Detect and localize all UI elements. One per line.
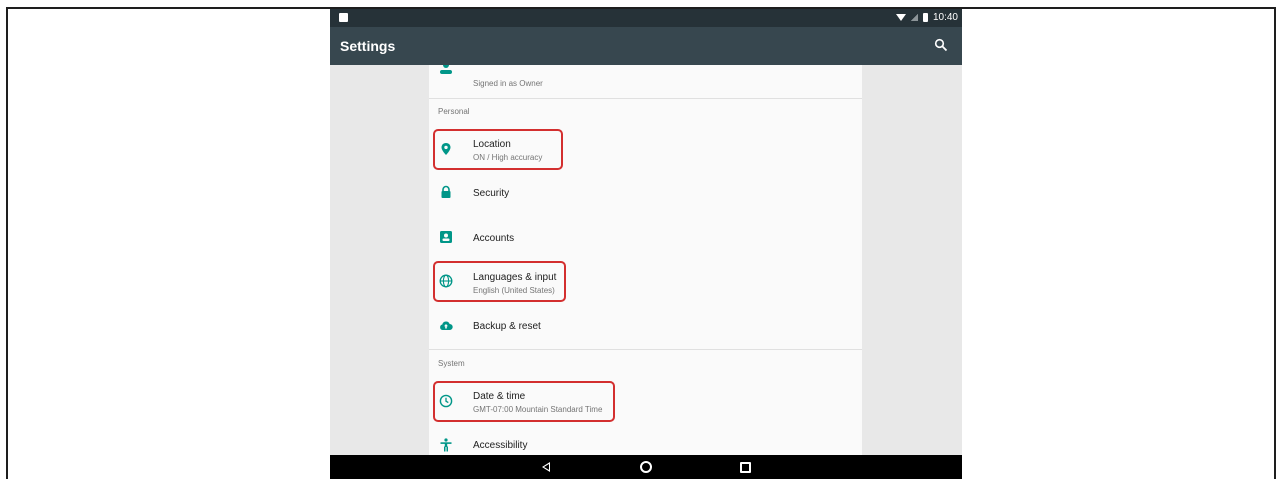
settings-item-backup[interactable]: Backup & reset (429, 303, 862, 347)
highlight-box-location (433, 129, 563, 170)
navigation-bar (330, 455, 962, 479)
search-icon[interactable] (934, 38, 948, 52)
app-bar: Settings (330, 27, 962, 65)
highlight-box-date-time (433, 381, 615, 422)
settings-item-accounts[interactable]: Accounts (429, 215, 862, 259)
section-header-system: System (438, 359, 465, 368)
settings-item-subtitle: Signed in as Owner (473, 79, 543, 88)
settings-item-accessibility[interactable]: Accessibility (429, 423, 862, 455)
settings-list: Signed in as Owner Personal Location ON … (429, 65, 862, 455)
status-bar: 10:40 (330, 9, 962, 27)
settings-item-users[interactable]: Signed in as Owner (429, 65, 862, 98)
cell-signal-icon (910, 14, 918, 21)
page-title: Settings (340, 38, 396, 54)
lock-icon (441, 185, 451, 198)
status-time: 10:40 (932, 12, 958, 23)
divider (429, 349, 862, 350)
android-device-screen: 10:40 Settings Signed in as Owner Person… (330, 9, 962, 479)
settings-item-title: Security (473, 188, 510, 199)
settings-item-security[interactable]: Security (429, 171, 862, 215)
recent-apps-icon[interactable] (740, 462, 751, 473)
home-icon[interactable] (640, 461, 652, 473)
wifi-icon (895, 14, 906, 21)
back-icon[interactable] (542, 462, 550, 472)
notification-image-icon (339, 13, 348, 22)
accessibility-icon (440, 438, 452, 452)
settings-item-title: Accessibility (473, 440, 528, 451)
account-box-icon (440, 231, 452, 243)
section-header-personal: Personal (438, 107, 470, 116)
settings-item-title: Accounts (473, 233, 515, 244)
battery-icon (922, 13, 928, 22)
divider (429, 98, 862, 99)
settings-item-title: Backup & reset (473, 321, 541, 332)
cloud-upload-icon (440, 321, 453, 330)
person-icon (440, 65, 452, 74)
highlight-box-languages (433, 261, 566, 302)
